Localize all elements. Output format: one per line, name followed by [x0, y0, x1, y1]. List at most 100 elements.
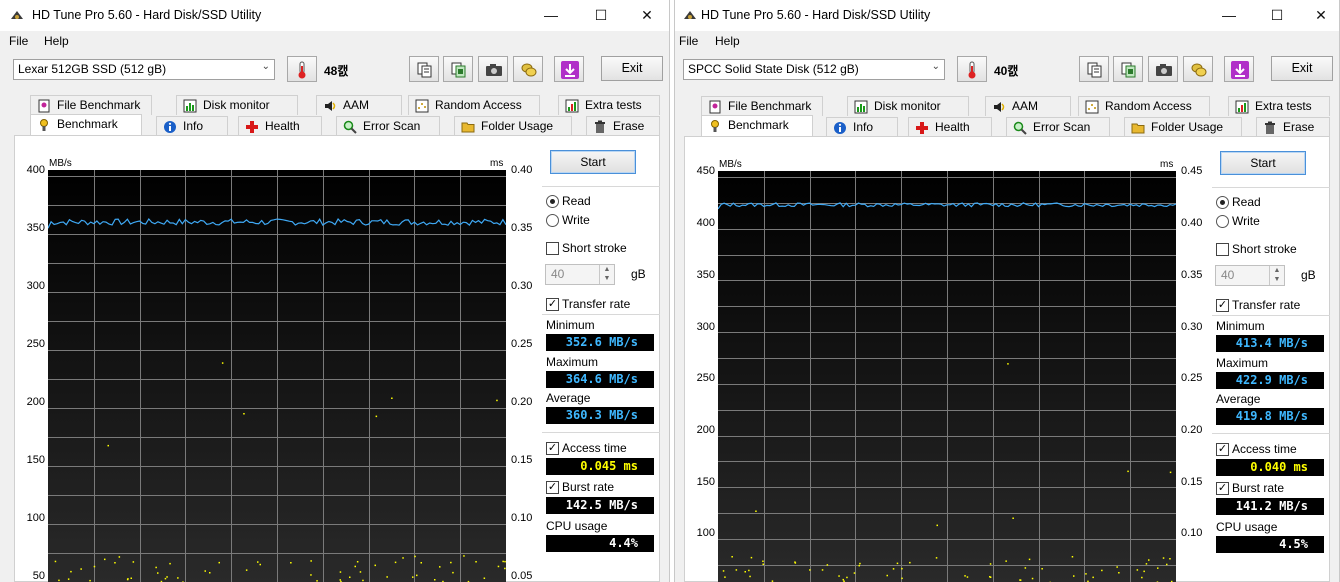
access-time-point [339, 579, 341, 581]
copy-image-button[interactable] [1113, 56, 1143, 82]
minimize-button[interactable]: — [1211, 0, 1247, 31]
burst-rate-checkbox[interactable]: ✓ [546, 481, 559, 494]
screenshot-button[interactable] [478, 56, 508, 82]
tab-health[interactable]: Health [238, 116, 322, 136]
tab-random-access[interactable]: Random Access [408, 95, 540, 115]
write-radio[interactable] [1216, 215, 1229, 228]
thermometer-button[interactable] [957, 56, 987, 82]
divider [542, 432, 660, 433]
benchmark-icon [40, 119, 48, 131]
short-stroke-input[interactable]: 40 ▲ ▼ [1215, 265, 1285, 286]
copy-image-button[interactable] [443, 56, 473, 82]
close-button[interactable]: ✕ [1303, 0, 1339, 31]
copy-text-button[interactable] [409, 56, 439, 82]
access-time-point [1169, 471, 1172, 474]
tab-health[interactable]: Health [908, 117, 992, 137]
save-button[interactable] [554, 56, 584, 82]
transfer-rate-label: Transfer rate [1232, 298, 1301, 312]
tab-label: File Benchmark [57, 98, 141, 112]
tab-erase[interactable]: Erase [1256, 117, 1330, 137]
extra-tests-icon [1235, 100, 1249, 114]
tab-folder-usage[interactable]: Folder Usage [454, 116, 572, 136]
access-time-point [475, 561, 477, 563]
menu-help[interactable]: Help [44, 34, 69, 48]
access-time-point [989, 576, 991, 578]
short-stroke-checkbox[interactable] [1216, 243, 1229, 256]
write-radio[interactable] [546, 214, 559, 227]
tab-random-access[interactable]: Random Access [1078, 96, 1210, 116]
burst-rate-checkbox[interactable]: ✓ [1216, 482, 1229, 495]
menu-file[interactable]: File [679, 34, 698, 48]
tab-extra-tests[interactable]: Extra tests [1228, 96, 1330, 116]
tab-info[interactable]: Info [156, 116, 228, 136]
read-radio[interactable] [1216, 196, 1229, 209]
options-button[interactable] [1183, 56, 1213, 82]
access-time-point [245, 569, 248, 571]
tab-file-benchmark[interactable]: File Benchmark [30, 95, 152, 115]
exit-button[interactable]: Exit [1271, 56, 1333, 81]
title-bar[interactable]: HD Tune Pro 5.60 - Hard Disk/SSD Utility… [0, 0, 669, 31]
tab-disk-monitor[interactable]: Disk monitor [176, 95, 298, 115]
start-button[interactable]: Start [1220, 151, 1306, 175]
y-right-label: 0.35 [511, 222, 533, 234]
copy-text-button[interactable] [1079, 56, 1109, 82]
spinner-arrows-icon[interactable]: ▲ ▼ [1269, 266, 1284, 285]
access-time-point [316, 580, 318, 582]
transfer-chart [48, 170, 506, 582]
access-time-point [452, 571, 454, 574]
access-time-checkbox[interactable]: ✓ [1216, 443, 1229, 456]
app-icon [684, 11, 696, 19]
maximize-button[interactable]: ☐ [1259, 0, 1295, 31]
save-button[interactable] [1224, 56, 1254, 82]
tab-benchmark[interactable]: Benchmark [30, 114, 142, 136]
y-right-label: 0.30 [1181, 321, 1203, 333]
exit-button[interactable]: Exit [601, 56, 663, 81]
drive-select[interactable]: Lexar 512GB SSD (512 gB) ⌄ [13, 59, 275, 80]
tab-info[interactable]: Info [826, 117, 898, 137]
screenshot-button[interactable] [1148, 56, 1178, 82]
maximize-button[interactable]: ☐ [583, 0, 619, 31]
tab-file-benchmark[interactable]: File Benchmark [701, 96, 823, 116]
close-button[interactable]: ✕ [629, 0, 665, 31]
cpu-usage-label: CPU usage [1216, 520, 1278, 534]
health-icon [246, 121, 258, 133]
title-bar[interactable]: HD Tune Pro 5.60 - Hard Disk/SSD Utility… [675, 0, 1339, 31]
burst-rate-label: Burst rate [1232, 481, 1285, 495]
tab-label: Disk monitor [874, 99, 941, 113]
transfer-rate-checkbox[interactable]: ✓ [546, 298, 559, 311]
tab-folder-usage[interactable]: Folder Usage [1124, 117, 1242, 137]
benchmark-panel: MB/s ms 450 400 350 300 250 200 150 100 … [684, 136, 1330, 582]
tab-aam[interactable]: AAM [316, 95, 402, 115]
y-left-label: 400 [696, 217, 715, 229]
thermometer-button[interactable] [287, 56, 317, 82]
tab-aam[interactable]: AAM [985, 96, 1071, 116]
start-button[interactable]: Start [550, 150, 636, 174]
drive-select[interactable]: SPCC Solid State Disk (512 gB) ⌄ [683, 59, 945, 80]
tab-error-scan[interactable]: Error Scan [336, 116, 440, 136]
tab-disk-monitor[interactable]: Disk monitor [847, 96, 969, 116]
read-radio[interactable] [546, 195, 559, 208]
tab-label: Benchmark [728, 118, 789, 132]
tab-erase[interactable]: Erase [586, 116, 660, 136]
menu-file[interactable]: File [9, 34, 28, 48]
minimize-button[interactable]: — [533, 0, 569, 31]
short-stroke-input[interactable]: 40 ▲ ▼ [545, 264, 615, 285]
menu-help[interactable]: Help [715, 34, 740, 48]
access-time-point [1007, 363, 1009, 365]
access-time-point [155, 566, 157, 569]
tab-error-scan[interactable]: Error Scan [1006, 117, 1110, 137]
tab-benchmark[interactable]: Benchmark [701, 115, 813, 137]
access-time-point [749, 575, 751, 578]
access-time-point [755, 510, 757, 512]
options-button[interactable] [513, 56, 543, 82]
transfer-rate-checkbox[interactable]: ✓ [1216, 299, 1229, 312]
access-time-point [209, 572, 211, 574]
access-time-point [826, 564, 829, 566]
spinner-arrows-icon[interactable]: ▲ ▼ [599, 265, 614, 284]
short-stroke-checkbox[interactable] [546, 242, 559, 255]
short-stroke-label: Short stroke [1232, 242, 1297, 256]
access-time-point [838, 575, 840, 577]
access-time-checkbox[interactable]: ✓ [546, 442, 559, 455]
access-time-point [901, 577, 903, 580]
tab-extra-tests[interactable]: Extra tests [558, 95, 660, 115]
